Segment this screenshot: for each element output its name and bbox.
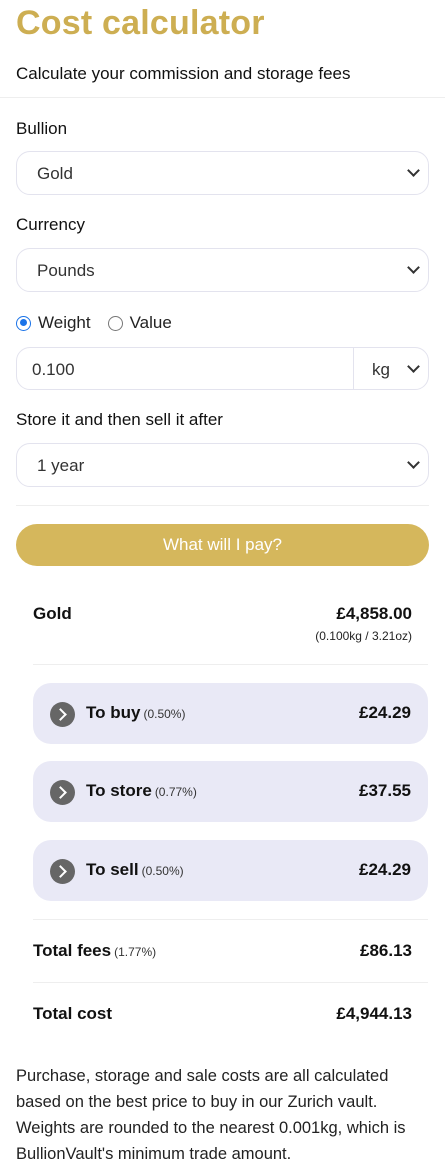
weight-radio[interactable] — [16, 315, 31, 331]
value-radio-label[interactable]: Value — [130, 313, 172, 333]
fee-card-buy[interactable]: To buy (0.50%) £24.29 — [33, 683, 428, 744]
weight-radio-label[interactable]: Weight — [38, 313, 91, 333]
total-fees-percent: (1.77%) — [114, 945, 157, 959]
fee-percent: (0.50%) — [141, 864, 184, 878]
footnote: Purchase, storage and sale costs are all… — [16, 1067, 406, 1163]
unit-select[interactable]: kg — [372, 360, 390, 380]
total-fees-label: Total fees (1.77%) — [33, 941, 157, 960]
results-divider — [33, 919, 428, 920]
page-title: Cost calculator — [16, 4, 265, 42]
value-radio[interactable] — [107, 315, 123, 331]
chevron-down-icon — [407, 360, 420, 373]
duration-label: Store it and then sell it after — [16, 410, 223, 429]
fee-percent: (0.77%) — [154, 785, 197, 799]
bullion-select[interactable]: Gold — [16, 151, 429, 195]
fee-percent: (0.50%) — [143, 707, 186, 721]
duration-select-value: 1 year — [37, 456, 85, 475]
currency-select[interactable]: Pounds — [16, 248, 429, 292]
page-subtitle: Calculate your commission and storage fe… — [16, 64, 351, 83]
weight-input[interactable]: 0.100 — [32, 360, 75, 380]
header-divider — [0, 97, 445, 98]
bullion-price: £4,858.00 — [336, 604, 412, 623]
chevron-right-icon — [50, 859, 75, 884]
form-divider — [16, 505, 429, 506]
bullion-label: Bullion — [16, 119, 68, 138]
fee-label: To sell (0.50%) — [86, 860, 184, 879]
currency-select-value: Pounds — [37, 261, 95, 280]
chevron-right-icon — [50, 780, 75, 805]
chevron-right-icon — [50, 702, 75, 727]
results-divider — [33, 664, 428, 665]
results-divider — [33, 982, 428, 983]
total-cost-label: Total cost — [33, 1004, 113, 1023]
unit-divider — [353, 348, 354, 389]
total-fees-amount: £86.13 — [360, 941, 412, 960]
fee-amount: £37.55 — [359, 781, 411, 800]
total-cost-amount: £4,944.13 — [336, 1004, 412, 1023]
fee-label: To buy (0.50%) — [86, 703, 186, 722]
bullion-quantity: (0.100kg / 3.21oz) — [315, 629, 412, 643]
chevron-down-icon — [407, 164, 420, 177]
chevron-down-icon — [407, 261, 420, 274]
calculate-button[interactable]: What will I pay? — [16, 524, 429, 566]
duration-select[interactable]: 1 year — [16, 443, 429, 487]
chevron-down-icon — [407, 456, 420, 469]
fee-label: To store (0.77%) — [86, 781, 197, 800]
weight-input-group: 0.100 kg — [16, 347, 429, 390]
mode-radio-group: Weight Value — [16, 312, 189, 334]
fee-card-store[interactable]: To store (0.77%) £37.55 — [33, 761, 428, 822]
bullion-name: Gold — [33, 604, 72, 623]
bullion-select-value: Gold — [37, 164, 73, 183]
fee-amount: £24.29 — [359, 703, 411, 722]
currency-label: Currency — [16, 215, 85, 234]
fee-card-sell[interactable]: To sell (0.50%) £24.29 — [33, 840, 428, 901]
fee-amount: £24.29 — [359, 860, 411, 879]
